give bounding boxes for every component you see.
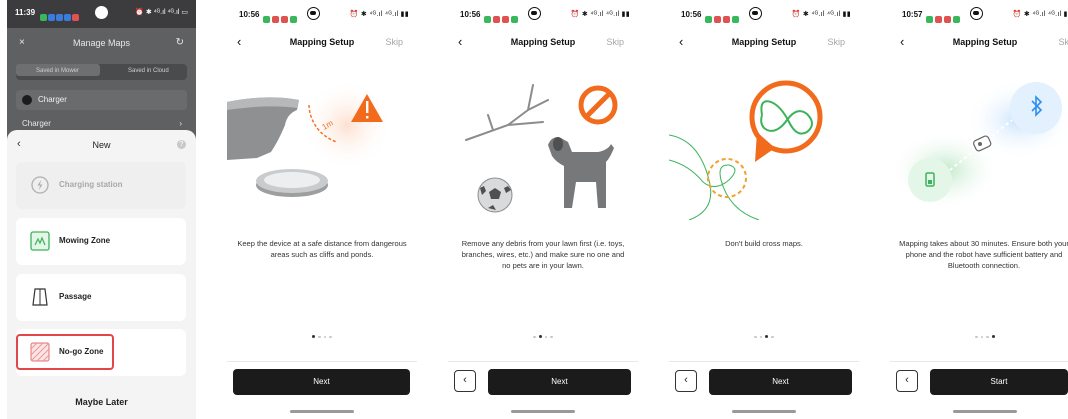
charger-icon <box>22 95 32 105</box>
page-indicator <box>227 328 417 339</box>
charger-section-header: Charger <box>16 90 187 110</box>
status-indicators: ⏰ ✱ ⁴ᴳ.ıl ⁴ᴳ.ıl ▮▮ <box>1012 11 1068 18</box>
charger-list-item[interactable]: Charger <box>22 119 51 128</box>
skip-button[interactable]: Skip <box>385 37 403 47</box>
avatar <box>95 6 108 19</box>
next-button[interactable]: Next <box>233 369 410 395</box>
option-label: Mowing Zone <box>59 236 111 245</box>
home-indicator <box>511 410 575 413</box>
status-indicators: ⏰ ✱ ⁴ᴳ.ıl ⁴ᴳ.ıl ▮▮ <box>791 11 851 18</box>
cliff-pond-illustration: 1m <box>227 80 392 197</box>
tab-saved-in-mower[interactable]: Saved in Mower <box>36 68 79 74</box>
new-item-sheet: ‹ New ? Charging station Mowing Zone Pas… <box>7 130 196 419</box>
debris-illustration <box>465 84 618 213</box>
manage-maps-screen: 11:39 ⏰ ✱ ⁴ᴳ.ıl ⁴ᴳ.ıl ▭ × Manage Maps ↻ … <box>7 0 196 419</box>
cross-map-illustration <box>669 80 823 220</box>
start-button[interactable]: Start <box>930 369 1068 395</box>
skip-button[interactable]: Skip <box>827 37 845 47</box>
skip-button[interactable]: Skip <box>606 37 624 47</box>
option-label: Passage <box>59 292 92 301</box>
home-indicator <box>732 410 796 413</box>
status-bar: 11:39 ⏰ ✱ ⁴ᴳ.ıl ⁴ᴳ.ıl ▭ <box>7 0 196 28</box>
instruction-text: Keep the device at a safe distance from … <box>237 239 407 259</box>
mowing-zone-icon <box>30 231 50 251</box>
notification-icons <box>926 10 964 23</box>
dog-icon <box>548 137 614 208</box>
help-icon[interactable]: ? <box>177 140 186 149</box>
previous-button[interactable]: ‹ <box>896 370 918 392</box>
maybe-later-button[interactable]: Maybe Later <box>7 397 196 407</box>
page-title: Mapping Setup <box>952 37 1018 47</box>
previous-button[interactable]: ‹ <box>675 370 697 392</box>
avatar <box>970 7 983 20</box>
status-time: 10:56 <box>681 10 702 19</box>
mapping-setup-screen-1: 10:56 ⏰ ✱ ⁴ᴳ.ıl ⁴ᴳ.ıl ▮▮ ‹ Mapping Setup… <box>227 0 417 419</box>
notification-icons <box>40 8 86 21</box>
avatar <box>749 7 762 20</box>
home-indicator <box>290 410 354 413</box>
page-indicator <box>448 328 638 339</box>
status-indicators: ⏰ ✱ ⁴ᴳ.ıl ⁴ᴳ.ıl ▭ <box>135 9 188 16</box>
notification-icons <box>484 10 522 23</box>
instruction-text: Remove any debris from your lawn first (… <box>461 239 625 270</box>
previous-button[interactable]: ‹ <box>454 370 476 392</box>
page-indicator <box>669 328 859 339</box>
status-indicators: ⏰ ✱ ⁴ᴳ.ıl ⁴ᴳ.ıl ▮▮ <box>570 11 630 18</box>
charging-station-option: Charging station <box>16 162 186 209</box>
status-time: 10:57 <box>902 10 923 19</box>
skip-button[interactable]: Skip <box>1058 37 1068 47</box>
mapping-setup-screen-4: 10:57 ⏰ ✱ ⁴ᴳ.ıl ⁴ᴳ.ıl ▮▮ ‹ Mapping Setup… <box>890 0 1068 419</box>
notification-icons <box>263 10 301 23</box>
sheet-title: New <box>92 140 111 150</box>
home-indicator <box>953 410 1017 413</box>
charging-station-icon <box>31 176 49 194</box>
option-label: Charging station <box>59 180 123 189</box>
chat-bubble-icon <box>749 80 823 162</box>
instruction-text: Don't build cross maps. <box>725 239 803 248</box>
mowing-zone-option[interactable]: Mowing Zone <box>16 218 186 265</box>
refresh-icon[interactable]: ↻ <box>176 37 184 48</box>
chevron-right-icon: › <box>179 119 182 128</box>
status-time: 11:39 <box>15 8 36 17</box>
highlight-box <box>16 334 114 370</box>
notification-icons <box>705 10 743 23</box>
status-indicators: ⏰ ✱ ⁴ᴳ.ıl ⁴ᴳ.ıl ▮▮ <box>349 11 409 18</box>
status-time: 10:56 <box>460 10 481 19</box>
soccer-ball-icon <box>477 177 513 213</box>
next-button[interactable]: Next <box>709 369 852 395</box>
avatar <box>307 7 320 20</box>
page-title: Manage Maps <box>72 38 131 48</box>
mapping-setup-screen-2: 10:56 ⏰ ✱ ⁴ᴳ.ıl ⁴ᴳ.ıl ▮▮ ‹ Mapping Setup… <box>448 0 638 419</box>
page-indicator <box>890 328 1068 339</box>
instruction-text: Mapping takes about 30 minutes. Ensure b… <box>899 239 1068 270</box>
status-time: 10:56 <box>239 10 260 19</box>
map-storage-toggle: Saved in Mower Saved in Cloud <box>16 64 187 80</box>
charger-section-label: Charger <box>38 95 67 104</box>
passage-option[interactable]: Passage <box>16 274 186 321</box>
next-button[interactable]: Next <box>488 369 631 395</box>
mapping-setup-screen-3: 10:56 ⏰ ✱ ⁴ᴳ.ıl ⁴ᴳ.ıl ▮▮ ‹ Mapping Setup… <box>669 0 859 419</box>
tab-saved-in-cloud[interactable]: Saved in Cloud <box>128 68 169 74</box>
battery-bluetooth-illustration <box>890 80 1068 210</box>
passage-icon <box>32 288 48 306</box>
avatar <box>528 7 541 20</box>
